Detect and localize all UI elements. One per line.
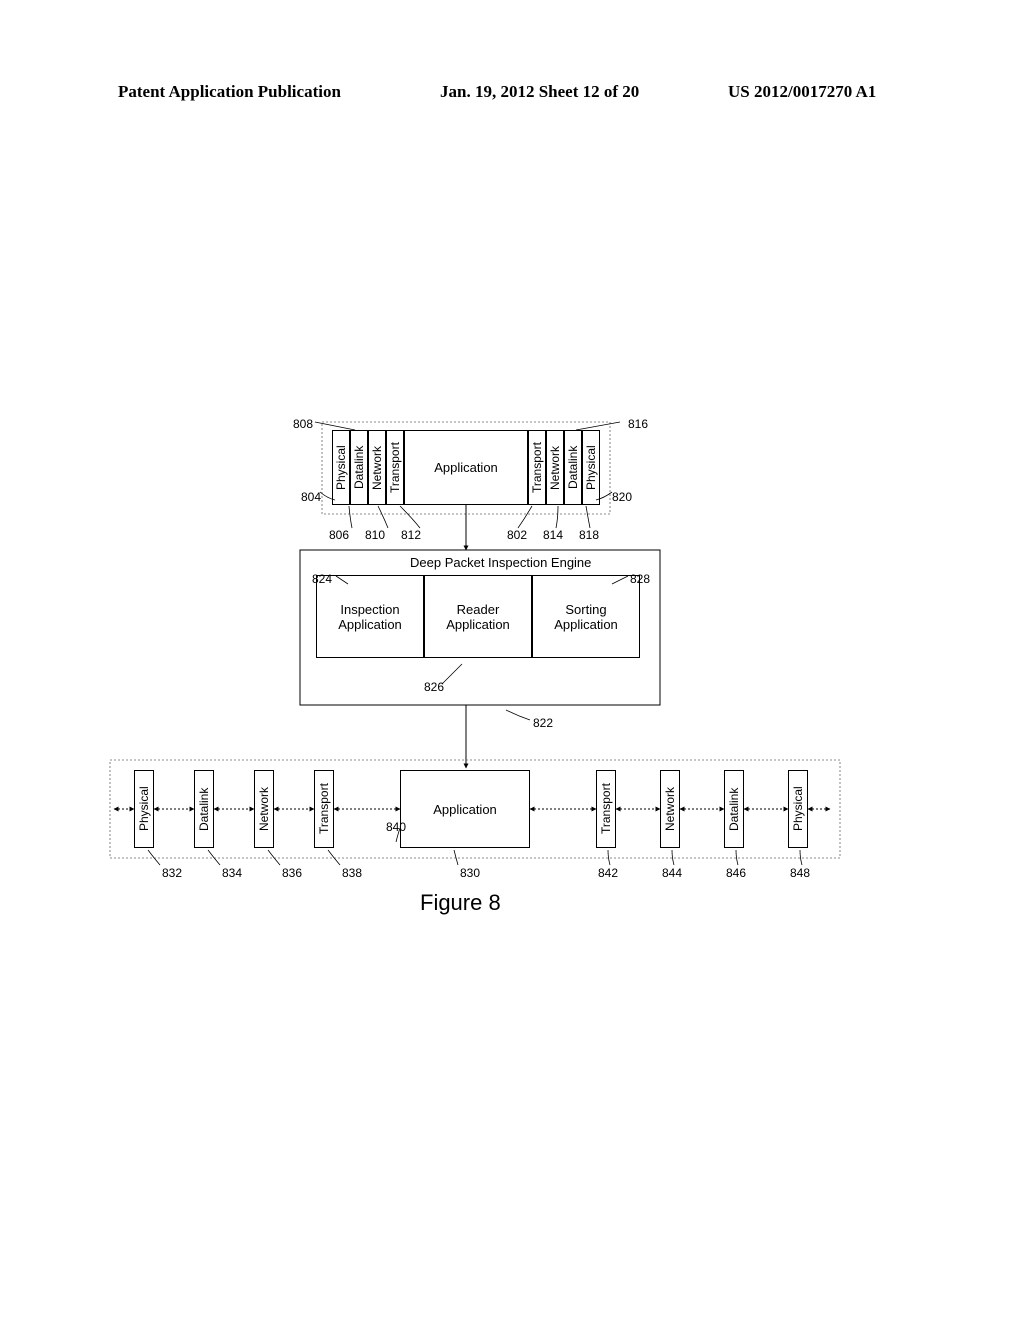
ref-838: 838 (342, 866, 362, 880)
ref-818: 818 (579, 528, 599, 542)
reader-application: Reader Application (424, 575, 532, 658)
ref-810: 810 (365, 528, 385, 542)
ref-830: 830 (460, 866, 480, 880)
top-right-network: Network (546, 430, 564, 505)
ref-842: 842 (598, 866, 618, 880)
top-left-physical: Physical (332, 430, 350, 505)
ref-834: 834 (222, 866, 242, 880)
bottom-left-transport: Transport (314, 770, 334, 848)
ref-846: 846 (726, 866, 746, 880)
bottom-right-physical: Physical (788, 770, 808, 848)
ref-808: 808 (293, 417, 313, 431)
top-right-datalink: Datalink (564, 430, 582, 505)
ref-832: 832 (162, 866, 182, 880)
ref-822: 822 (533, 716, 553, 730)
ref-814: 814 (543, 528, 563, 542)
ref-848: 848 (790, 866, 810, 880)
bottom-application: Application (400, 770, 530, 848)
header-right: US 2012/0017270 A1 (728, 82, 876, 102)
ref-806: 806 (329, 528, 349, 542)
ref-844: 844 (662, 866, 682, 880)
bottom-left-datalink: Datalink (194, 770, 214, 848)
ref-812: 812 (401, 528, 421, 542)
bottom-left-physical: Physical (134, 770, 154, 848)
top-application: Application (404, 430, 528, 505)
dpi-title: Deep Packet Inspection Engine (410, 555, 591, 570)
header-left: Patent Application Publication (118, 82, 341, 102)
ref-804: 804 (301, 490, 321, 504)
sorting-application: Sorting Application (532, 575, 640, 658)
ref-824: 824 (312, 572, 332, 586)
inspection-application: Inspection Application (316, 575, 424, 658)
top-left-datalink: Datalink (350, 430, 368, 505)
bottom-right-transport: Transport (596, 770, 616, 848)
ref-820: 820 (612, 490, 632, 504)
top-right-transport: Transport (528, 430, 546, 505)
ref-828: 828 (630, 572, 650, 586)
ref-802: 802 (507, 528, 527, 542)
ref-840: 840 (386, 820, 406, 834)
bottom-left-network: Network (254, 770, 274, 848)
header-center: Jan. 19, 2012 Sheet 12 of 20 (440, 82, 639, 102)
top-right-physical: Physical (582, 430, 600, 505)
ref-816: 816 (628, 417, 648, 431)
ref-826: 826 (424, 680, 444, 694)
ref-836: 836 (282, 866, 302, 880)
figure-8: Physical Datalink Network Transport Appl… (0, 400, 1024, 940)
bottom-right-network: Network (660, 770, 680, 848)
bottom-right-datalink: Datalink (724, 770, 744, 848)
figure-caption: Figure 8 (420, 890, 501, 916)
top-left-network: Network (368, 430, 386, 505)
top-left-transport: Transport (386, 430, 404, 505)
